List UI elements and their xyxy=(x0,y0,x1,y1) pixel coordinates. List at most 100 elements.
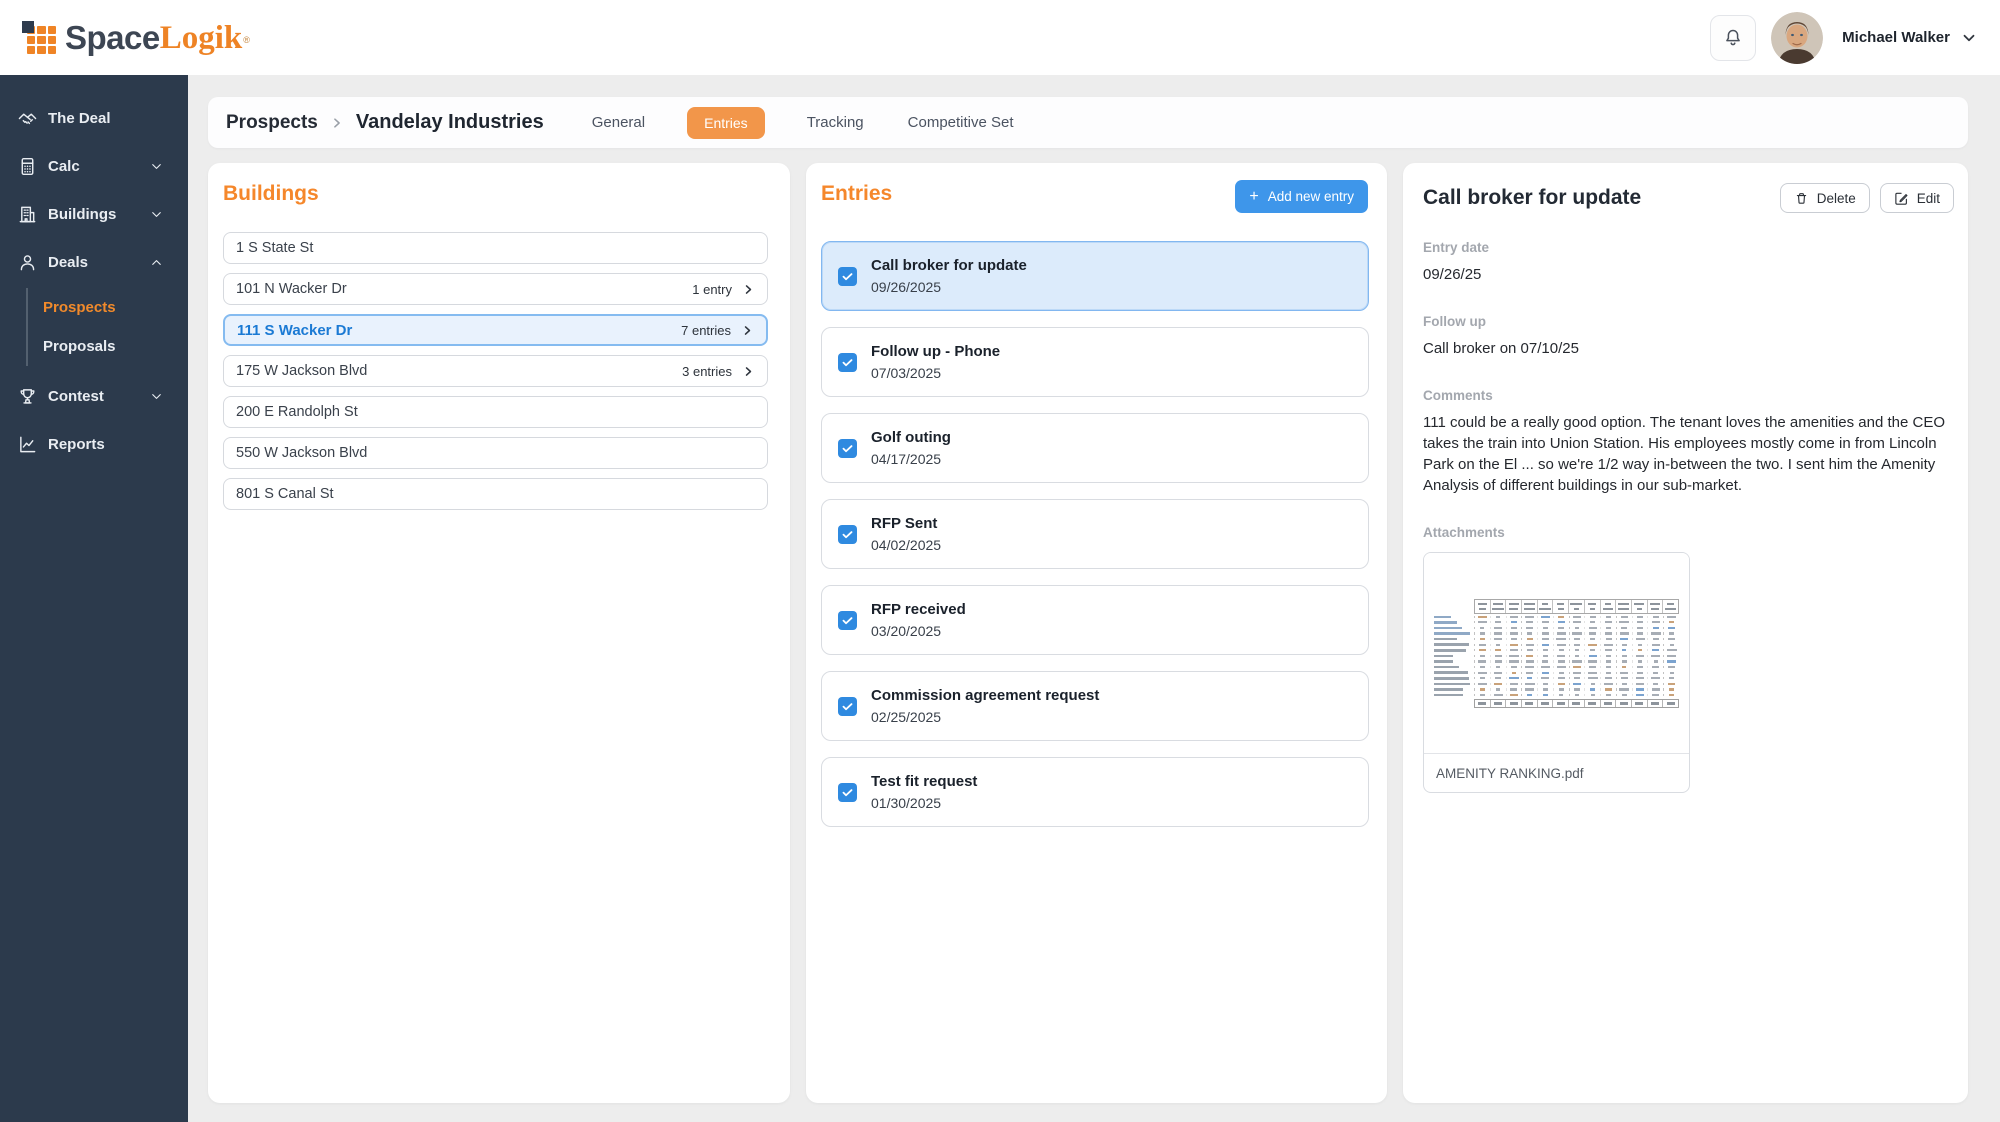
chevron-down-icon xyxy=(149,159,164,174)
building-row[interactable]: 550 W Jackson Blvd xyxy=(223,437,768,469)
person-icon xyxy=(18,253,37,272)
entry-detail-title: Call broker for update xyxy=(1423,185,1803,211)
chevron-up-icon xyxy=(149,255,164,270)
building-name: 200 E Randolph St xyxy=(236,404,358,420)
entry-card[interactable]: RFP received03/20/2025 xyxy=(821,585,1369,655)
entry-checkbox-checked[interactable] xyxy=(838,697,857,716)
sidebar-item-buildings[interactable]: Buildings xyxy=(0,190,188,238)
tab-general[interactable]: General xyxy=(590,106,647,139)
entry-date: 04/17/2025 xyxy=(871,450,951,468)
entry-checkbox-checked[interactable] xyxy=(838,783,857,802)
entry-checkbox-checked[interactable] xyxy=(838,439,857,458)
entry-date: 09/26/2025 xyxy=(871,278,1027,296)
user-avatar[interactable] xyxy=(1771,12,1823,64)
sidebar-item-proposals[interactable]: Proposals xyxy=(28,327,188,366)
building-row[interactable]: 101 N Wacker Dr1 entry xyxy=(223,273,768,305)
entry-detail-panel: Delete Edit Call broker for update Entry… xyxy=(1403,163,1968,1103)
sidebar-item-label: Deals xyxy=(48,254,88,271)
entry-date-label: Entry date xyxy=(1423,240,1954,255)
sidebar-item-the-deal[interactable]: The Deal xyxy=(0,94,188,142)
building-row[interactable]: 1 S State St xyxy=(223,232,768,264)
building-name: 801 S Canal St xyxy=(236,486,334,502)
entry-checkbox-checked[interactable] xyxy=(838,267,857,286)
follow-up-value: Call broker on 07/10/25 xyxy=(1423,338,1954,359)
entry-card[interactable]: Commission agreement request02/25/2025 xyxy=(821,671,1369,741)
spreadsheet-thumbnail xyxy=(1424,553,1689,754)
logo-text-space: Space xyxy=(65,21,160,55)
entries-panel: Entries + Add new entry Call broker for … xyxy=(806,163,1387,1103)
spacelogik-grid-icon xyxy=(22,21,56,55)
buildings-panel: Buildings 1 S State St101 N Wacker Dr1 e… xyxy=(208,163,790,1103)
entry-title: Test fit request xyxy=(871,773,977,791)
building-name: 101 N Wacker Dr xyxy=(236,281,347,297)
mini-spreadsheet xyxy=(1434,599,1679,708)
entry-checkbox-checked[interactable] xyxy=(838,353,857,372)
calculator-icon xyxy=(18,157,37,176)
entry-date: 01/30/2025 xyxy=(871,794,977,812)
entry-title: Golf outing xyxy=(871,429,951,447)
entry-title: Follow up - Phone xyxy=(871,343,1000,361)
sidebar-item-contest[interactable]: Contest xyxy=(0,372,188,420)
entry-card[interactable]: Follow up - Phone 07/03/2025 xyxy=(821,327,1369,397)
entry-card[interactable]: Call broker for update09/26/2025 xyxy=(821,241,1369,311)
entry-card[interactable]: RFP Sent 04/02/2025 xyxy=(821,499,1369,569)
entries-list: Call broker for update09/26/2025 Follow u… xyxy=(821,241,1369,827)
chevron-right-icon xyxy=(742,365,755,378)
chart-icon xyxy=(18,435,37,454)
attachments-label: Attachments xyxy=(1423,525,1954,540)
building-icon xyxy=(18,205,37,224)
building-row[interactable]: 111 S Wacker Dr 7 entries xyxy=(223,314,768,346)
trash-icon xyxy=(1794,191,1809,206)
follow-up-label: Follow up xyxy=(1423,314,1954,329)
tab-competitive-set[interactable]: Competitive Set xyxy=(906,106,1016,139)
logo-text-logik: Logik xyxy=(160,21,243,55)
building-name: 111 S Wacker Dr xyxy=(237,322,352,339)
entry-date: 02/25/2025 xyxy=(871,708,1099,726)
chevron-right-icon xyxy=(330,116,344,130)
sidebar-nav: The Deal Calc Buildings Deals ProspectsPropo… xyxy=(0,75,188,1122)
bell-icon xyxy=(1721,26,1745,50)
entry-checkbox-checked[interactable] xyxy=(838,525,857,544)
chevron-down-icon xyxy=(149,207,164,222)
entry-title: RFP received xyxy=(871,601,966,619)
chevron-right-icon xyxy=(741,324,754,337)
breadcrumb-prospects-link[interactable]: Prospects xyxy=(226,112,318,134)
user-menu[interactable]: Michael Walker xyxy=(1838,29,1978,47)
entry-title: RFP Sent xyxy=(871,515,941,533)
edit-button[interactable]: Edit xyxy=(1880,183,1954,213)
tab-tracking[interactable]: Tracking xyxy=(805,106,866,139)
user-name: Michael Walker xyxy=(1842,29,1950,46)
notifications-button[interactable] xyxy=(1710,15,1756,61)
sidebar-item-prospects[interactable]: Prospects xyxy=(28,288,188,327)
attachment-card[interactable]: AMENITY RANKING.pdf xyxy=(1423,552,1690,793)
building-row[interactable]: 200 E Randolph St xyxy=(223,396,768,428)
sidebar-subnav-deals: ProspectsProposals xyxy=(26,288,188,366)
sidebar-item-deals[interactable]: Deals xyxy=(0,238,188,286)
building-entry-count: 3 entries xyxy=(682,364,732,379)
sidebar-item-reports[interactable]: Reports xyxy=(0,420,188,468)
entry-date-value: 09/26/25 xyxy=(1423,264,1954,285)
edit-button-label: Edit xyxy=(1917,191,1940,206)
delete-button[interactable]: Delete xyxy=(1780,183,1870,213)
sidebar-item-label: Buildings xyxy=(48,206,116,223)
entry-card[interactable]: Test fit request 01/30/2025 xyxy=(821,757,1369,827)
main-area: Prospects Vandelay Industries GeneralEnt… xyxy=(188,75,2000,1122)
add-new-entry-button[interactable]: + Add new entry xyxy=(1235,180,1368,213)
entry-date: 04/02/2025 xyxy=(871,536,941,554)
building-name: 550 W Jackson Blvd xyxy=(236,445,367,461)
entry-date: 07/03/2025 xyxy=(871,364,1000,382)
breadcrumb-bar: Prospects Vandelay Industries GeneralEnt… xyxy=(208,97,1968,148)
entry-checkbox-checked[interactable] xyxy=(838,611,857,630)
handshake-icon xyxy=(18,109,37,128)
attachment-filename: AMENITY RANKING.pdf xyxy=(1424,754,1689,793)
comments-label: Comments xyxy=(1423,388,1954,403)
tab-entries[interactable]: Entries xyxy=(687,107,765,139)
building-entry-count: 7 entries xyxy=(681,323,731,338)
sidebar-item-label: Calc xyxy=(48,158,80,175)
entry-card[interactable]: Golf outing 04/17/2025 xyxy=(821,413,1369,483)
sidebar-item-calc[interactable]: Calc xyxy=(0,142,188,190)
building-name: 175 W Jackson Blvd xyxy=(236,363,367,379)
building-row[interactable]: 175 W Jackson Blvd 3 entries xyxy=(223,355,768,387)
building-row[interactable]: 801 S Canal St xyxy=(223,478,768,510)
chevron-right-icon xyxy=(742,283,755,296)
